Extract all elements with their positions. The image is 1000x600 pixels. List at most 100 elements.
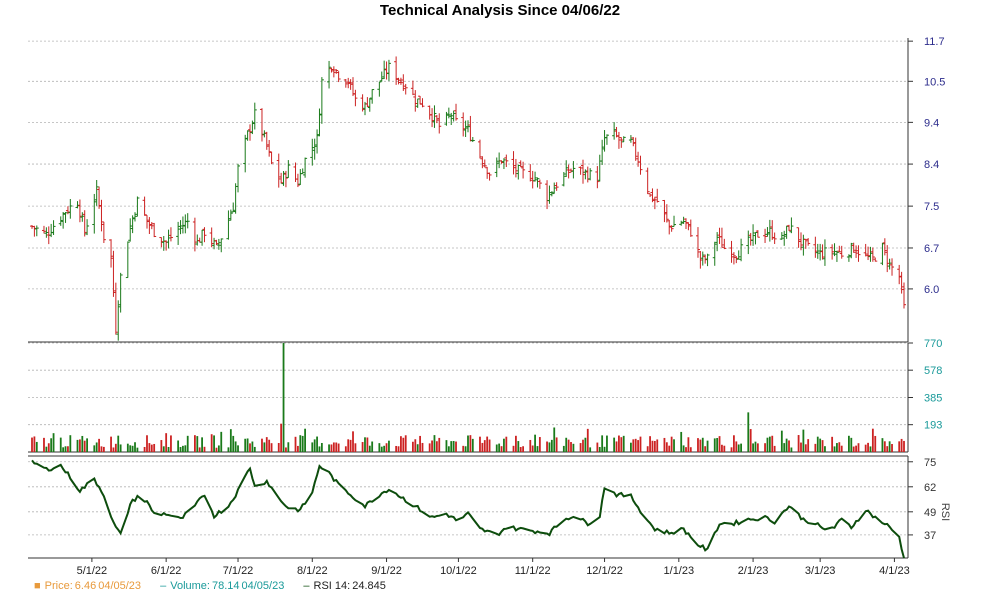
volume-bar [428,443,431,452]
x-axis-tick-label: 5/1/22 [77,565,108,577]
ohlc-bar [49,223,54,238]
ohlc-bar [219,238,224,253]
ohlc-bar [461,112,466,137]
ohlc-bar [319,77,324,124]
volume-bar [503,438,505,452]
ohlc-bar [554,182,559,191]
panel-frames [28,38,909,559]
volume-bar [462,445,465,452]
ohlc-bar [846,254,851,262]
volume-bar [438,437,441,452]
ohlc-bar [487,172,492,181]
ohlc-bar [276,153,281,188]
volume-bar [584,437,587,452]
volume-bar [836,443,838,452]
volume-bar [869,446,872,452]
volume-bar [606,435,608,452]
volume-bar [304,428,306,452]
volume-bar [515,435,517,452]
volume-bar [613,437,616,452]
ohlc-bar [99,199,104,232]
volume-bar [517,441,520,452]
ohlc-bar [430,108,435,128]
volume-bar [903,440,905,452]
volume-bar [479,436,481,452]
ohlc-bar [863,243,868,257]
ohlc-bar [109,239,114,268]
ohlc-bar [566,164,571,179]
ohlc-bar [161,236,166,251]
volume-bar [871,428,874,452]
ohlc-bar [645,167,650,195]
volume-bar [203,446,206,452]
volume-bar [663,437,666,452]
volume-bar [301,435,304,452]
volume-bar [800,442,802,452]
ohlc-bar [854,245,859,258]
volume-bar [740,443,742,452]
legend-price: ■ Price: 6.46 04/05/23 [34,580,143,592]
ohlc-bar [343,79,348,88]
volume-bar [447,446,450,452]
ohlc-bar [75,201,80,209]
ohlc-bar [528,164,533,182]
ohlc-bar [868,246,873,262]
volume-bar [618,435,620,452]
ohlc-bar [226,210,231,240]
volume-bar [402,437,405,452]
ohlc-bar [353,89,358,107]
volume-bar [450,441,453,452]
volume-bar [687,437,690,452]
volume-bar [352,431,354,452]
volume-bar [546,441,548,452]
volume-bar [198,447,201,452]
volume-bar [337,443,340,452]
volume-bar [52,433,55,452]
x-axis-tick-label: 6/1/22 [151,565,182,577]
volume-bar [251,441,254,452]
volume-bar [385,443,388,452]
ohlc-bar [403,83,408,95]
volume-bar [603,446,606,452]
ohlc-bar [885,245,890,273]
ohlc-bar [897,264,902,285]
volume-bar [167,447,170,452]
volume-bar [311,442,314,452]
volume-bar [332,442,335,452]
volume-bar [653,440,656,452]
volume-bar [344,446,347,452]
volume-bar [498,443,501,452]
volume-bar [282,343,285,452]
volume-bar [713,438,716,452]
ohlc-bar [890,258,895,276]
volume-bar [891,444,893,452]
ohlc-bar [262,130,267,138]
ohlc-bar [494,157,499,178]
ohlc-bar [327,60,332,89]
volume-bar [900,438,903,452]
volume-bar [888,441,891,452]
ohlc-bar [444,111,449,126]
x-axis-tick-label: 10/1/22 [440,565,477,577]
price-axis-tick-label: 7.5 [924,201,939,213]
volume-bar [131,445,134,452]
volume-bar [864,444,867,452]
volume-bar [570,442,572,452]
ohlc-bar [782,230,787,246]
ohlc-bar [803,238,808,249]
ohlc-bar [410,80,415,96]
ohlc-bar [176,221,181,245]
ohlc-bar [413,90,418,112]
volume-bar [378,443,381,452]
price-ohlc-series [30,56,906,341]
x-axis-tick-label: 12/1/22 [586,565,623,577]
volume-bar [67,446,69,452]
volume-bar [126,443,129,452]
volume-bar [213,435,215,452]
ohlc-bar [616,131,621,149]
ohlc-bar [545,180,550,210]
rsi-axis-tick-label: 62 [924,482,936,494]
ohlc-bar [200,229,205,246]
ohlc-bar [331,66,336,78]
volume-bar [268,439,271,452]
